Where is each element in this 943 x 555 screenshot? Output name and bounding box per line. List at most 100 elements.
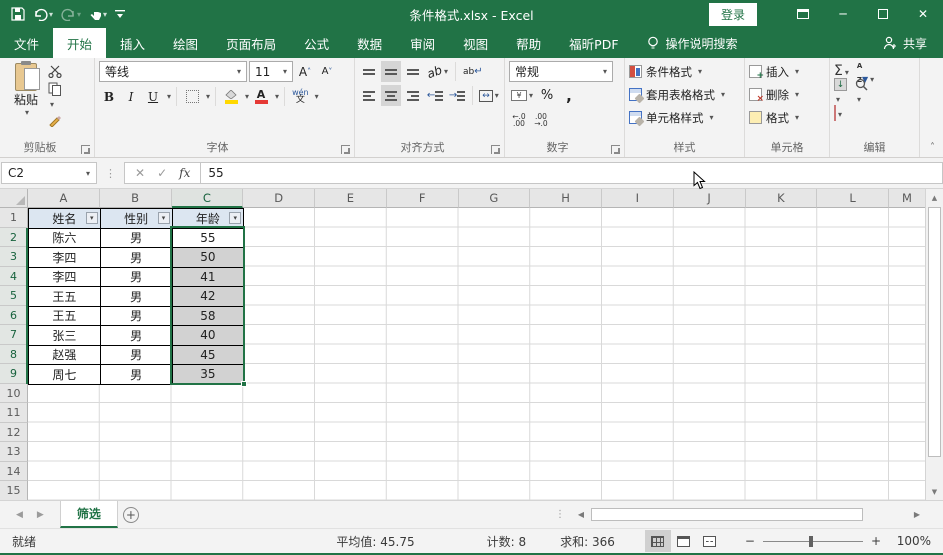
row-header-7[interactable]: 7	[0, 325, 28, 345]
accounting-dropdown-icon[interactable]: ▾	[529, 91, 533, 100]
cell-styles-dropdown-icon[interactable]: ▾	[710, 113, 714, 122]
merge-center-button[interactable]: ↔ ▾	[478, 85, 500, 106]
paste-dropdown-icon[interactable]: ▾	[25, 108, 29, 117]
redo-dropdown-icon[interactable]: ▾	[77, 10, 81, 19]
number-dialog-launcher[interactable]	[611, 145, 620, 154]
touch-mode-button[interactable]: ▾	[86, 5, 110, 23]
align-bottom-button[interactable]	[403, 61, 423, 82]
scroll-right-icon[interactable]: ▶	[909, 510, 925, 519]
cell-A2[interactable]: 陈六	[29, 228, 101, 248]
copy-dropdown-icon[interactable]: ▾	[50, 100, 54, 109]
close-button[interactable]: ✕	[903, 0, 943, 28]
grid-body[interactable]: 姓名 ▾ 性别 ▾ 年龄 ▾ 陈六男 55 李四男 50 李四男 41 王五男 42 王五男 58 张三男 40 赵…	[28, 208, 925, 500]
fill-color-button[interactable]	[221, 86, 241, 107]
tab-review[interactable]: 审阅	[396, 28, 449, 58]
tab-view[interactable]: 视图	[449, 28, 502, 58]
align-center-button[interactable]	[381, 85, 401, 106]
cell-C6[interactable]: 58	[172, 306, 245, 326]
row-header-6[interactable]: 6	[0, 305, 28, 325]
login-button[interactable]: 登录	[708, 2, 757, 26]
filter-dropdown-icon[interactable]: ▾	[157, 212, 170, 224]
scroll-left-icon[interactable]: ◀	[573, 510, 589, 519]
column-header-F[interactable]: F	[386, 189, 459, 208]
font-name-dropdown-icon[interactable]: ▾	[237, 67, 241, 76]
confirm-entry-button[interactable]: ✓	[157, 166, 167, 180]
font-dialog-launcher[interactable]	[341, 145, 350, 154]
formula-bar-splitter[interactable]: ⋮	[105, 167, 116, 180]
cell-A8[interactable]: 赵强	[29, 345, 101, 365]
insert-function-button[interactable]: fx	[179, 166, 190, 180]
align-top-button[interactable]	[359, 61, 379, 82]
scroll-up-icon[interactable]: ▲	[926, 189, 943, 206]
cell-C3[interactable]: 50	[172, 248, 245, 268]
number-format-combo[interactable]: 常规 ▾	[509, 61, 613, 82]
touch-mode-dropdown-icon[interactable]: ▾	[103, 10, 107, 19]
row-header-13[interactable]: 13	[0, 442, 28, 462]
conditional-formatting-dropdown-icon[interactable]: ▾	[698, 67, 702, 76]
cell-B7[interactable]: 男	[100, 326, 173, 346]
autosum-button[interactable]: Σ ▾	[834, 63, 849, 79]
tab-scroll-splitter[interactable]: ⋮	[555, 501, 565, 528]
fill-button[interactable]: ↓ ▾	[834, 78, 847, 105]
cell-A6[interactable]: 王五	[29, 306, 101, 326]
increase-font-size-button[interactable]: A ˄	[295, 61, 315, 82]
format-as-table-dropdown-icon[interactable]: ▾	[721, 90, 725, 99]
column-header-C[interactable]: C	[171, 189, 244, 208]
clear-dropdown-icon[interactable]: ▾	[838, 110, 842, 119]
cell-styles-button[interactable]: 单元格样式 ▾	[629, 107, 740, 128]
zoom-out-button[interactable]: −	[745, 534, 755, 548]
row-header-15[interactable]: 15	[0, 481, 28, 500]
column-header-G[interactable]: G	[458, 189, 531, 208]
filter-dropdown-icon[interactable]: ▾	[85, 212, 98, 224]
customize-qat-button[interactable]	[112, 7, 128, 21]
undo-dropdown-icon[interactable]: ▾	[49, 10, 53, 19]
orientation-button[interactable]: ab ▾	[425, 61, 450, 82]
conditional-formatting-button[interactable]: 条件格式 ▾	[629, 61, 740, 82]
row-header-9[interactable]: 9	[0, 364, 28, 384]
save-button[interactable]	[8, 5, 28, 23]
row-header-11[interactable]: 11	[0, 403, 28, 423]
phonetic-dropdown-icon[interactable]: ▾	[315, 92, 319, 101]
share-button[interactable]: 共享	[883, 28, 943, 58]
borders-dropdown-icon[interactable]: ▾	[206, 92, 210, 101]
cancel-entry-button[interactable]: ✕	[135, 166, 145, 180]
cell-A9[interactable]: 周七	[29, 365, 101, 385]
accounting-format-button[interactable]: ¥ ▾	[509, 85, 535, 106]
ribbon-display-options-button[interactable]	[783, 0, 823, 28]
cell-A4[interactable]: 李四	[29, 267, 101, 287]
undo-button[interactable]: ▾	[30, 6, 56, 23]
name-box[interactable]: C2 ▾	[1, 162, 97, 184]
filter-dropdown-icon[interactable]: ▾	[229, 212, 242, 224]
increase-decimal-button[interactable]: ←.0.00	[509, 109, 529, 130]
wrap-text-button[interactable]: ab ↵	[461, 61, 485, 82]
cell-B8[interactable]: 男	[100, 345, 173, 365]
copy-button[interactable]: ▾	[48, 82, 63, 110]
vertical-scroll-thumb[interactable]	[928, 207, 941, 457]
column-header-B[interactable]: B	[99, 189, 172, 208]
align-right-button[interactable]	[403, 85, 423, 106]
percent-style-button[interactable]: %	[537, 85, 557, 106]
underline-button[interactable]: U	[143, 86, 163, 107]
column-header-I[interactable]: I	[602, 189, 674, 208]
column-header-K[interactable]: K	[745, 189, 818, 208]
column-header-M[interactable]: M	[889, 189, 925, 208]
column-header-E[interactable]: E	[315, 189, 387, 208]
tab-foxit-pdf[interactable]: 福昕PDF	[555, 28, 632, 58]
row-header-10[interactable]: 10	[0, 383, 28, 403]
column-header-A[interactable]: A	[28, 189, 100, 208]
cell-A1[interactable]: 姓名 ▾	[29, 209, 101, 229]
italic-button[interactable]: I	[121, 86, 141, 107]
column-header-H[interactable]: H	[530, 189, 602, 208]
font-name-combo[interactable]: 等线 ▾	[99, 61, 247, 82]
orientation-dropdown-icon[interactable]: ▾	[444, 67, 448, 76]
cell-B6[interactable]: 男	[100, 306, 173, 326]
prev-sheet-icon[interactable]: ◀	[16, 510, 23, 520]
cell-A5[interactable]: 王五	[29, 287, 101, 307]
cell-B1[interactable]: 性别 ▾	[100, 209, 173, 229]
merge-dropdown-icon[interactable]: ▾	[495, 91, 499, 100]
clear-button[interactable]: ▾	[834, 104, 842, 121]
row-header-14[interactable]: 14	[0, 461, 28, 481]
row-header-3[interactable]: 3	[0, 247, 28, 267]
zoom-in-button[interactable]: +	[871, 534, 881, 548]
cell-C5[interactable]: 42	[172, 287, 245, 307]
